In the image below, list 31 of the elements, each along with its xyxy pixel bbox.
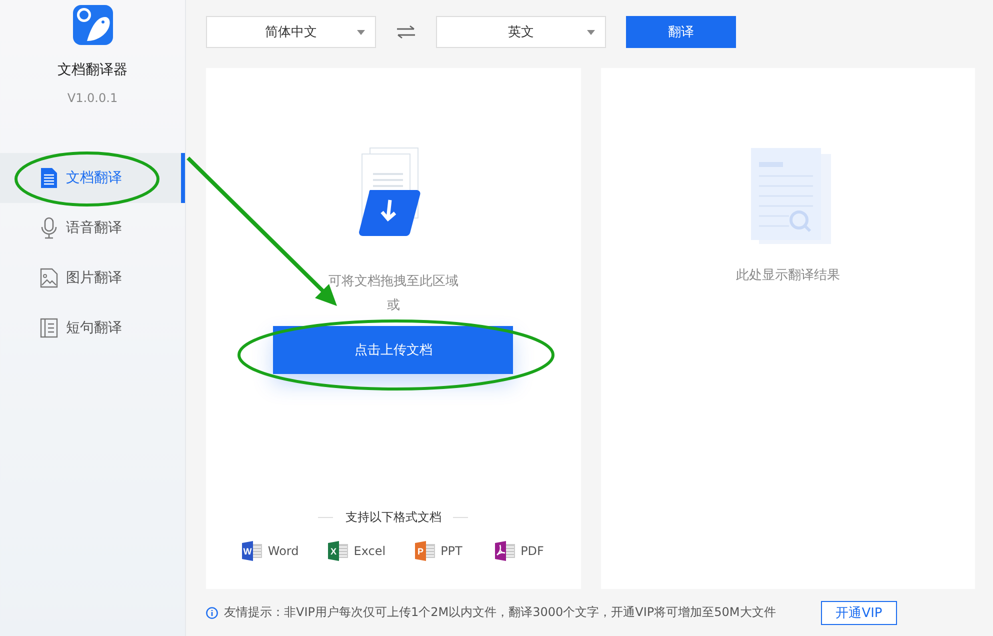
image-icon [40,268,58,288]
app-logo-icon [72,5,112,45]
sidebar-item[interactable]: 图片翻译 [0,253,185,303]
translation-output-field[interactable]: 此处显示翻译结果 [600,68,975,589]
list-document-icon [40,318,58,338]
upload-button[interactable]: 点击上传文档 [273,326,514,374]
app-version: V1.0.0.1 [67,91,118,105]
sidebar-item[interactable]: 语音翻译 [0,203,185,253]
microphone-icon [40,217,58,239]
info-icon [206,606,218,618]
sidebar-item[interactable]: 文档翻译 [0,153,185,203]
file-format-icon [494,540,516,562]
source-language-dropdown[interactable]: 简体中文 [206,16,376,48]
swap-icon[interactable] [396,25,416,39]
translate-button[interactable]: 翻译 [626,16,736,48]
format-label: Word [268,544,299,558]
dropdown-caret-icon [357,30,365,35]
result-placeholder: 此处显示翻译结果 [736,267,840,284]
sidebar-item[interactable]: 短句翻译 [0,303,185,353]
format-label: PDF [520,544,544,558]
format-label: Excel [354,544,386,558]
target-language-dropdown[interactable]: 英文 [436,16,606,48]
format-label: PPT [440,544,462,558]
drop-hint: 可将文档拖拽至此区域 [328,273,458,290]
app-name: 文档翻译器 [58,61,128,79]
vip-button[interactable]: 开通VIP [821,600,897,624]
dropdown-caret-icon [587,30,595,35]
formats-title: 支持以下格式文档 [345,509,442,526]
or-label: 或 [386,297,400,314]
tip-text: 友情提示：非VIP用户每次仅可上传1个2M以内文件，翻译3000个文字，开通VIP将可增加至50M大文件 [224,604,776,621]
document-icon [40,168,58,188]
